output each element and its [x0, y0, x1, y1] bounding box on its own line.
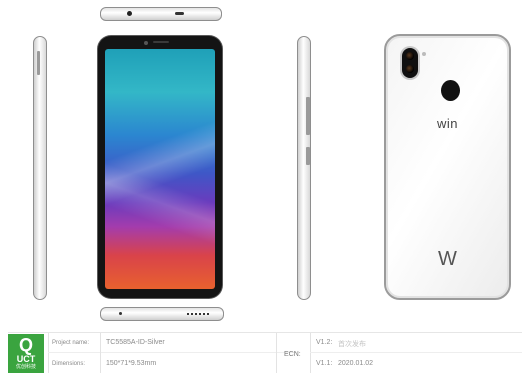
- screen-wallpaper: [105, 49, 215, 289]
- project-name-label: Project name:: [52, 340, 90, 346]
- uct-logo: Q UCT 优创科技: [8, 334, 44, 373]
- dimensions-label: Dimensions:: [52, 361, 86, 367]
- front-camera-icon: [144, 41, 148, 45]
- back-brand-text: win: [436, 116, 458, 131]
- ecn-label: ECN:: [284, 351, 301, 358]
- phone-back-view: win W: [384, 34, 511, 300]
- flash-icon: [422, 52, 426, 56]
- rear-camera-icon: [402, 48, 418, 78]
- usb-port-icon: [119, 312, 122, 315]
- project-name-value: TC5585A-ID-Silver: [106, 339, 165, 346]
- phone-top-edge-view: [100, 7, 222, 21]
- version-1-label: V1.2:: [316, 339, 333, 346]
- dimensions-value: 150*71*9.53mm: [106, 360, 157, 367]
- phone-front-view: [98, 36, 222, 298]
- port-slot-icon: [175, 12, 184, 15]
- sim-tray-icon: [37, 51, 40, 75]
- fingerprint-sensor-icon: [441, 80, 460, 101]
- earphone-jack-icon: [127, 11, 132, 16]
- earpiece-icon: [153, 41, 169, 43]
- title-block: Q UCT 优创科技 Project name: TC5585A-ID-Silv…: [8, 332, 522, 373]
- power-button-icon: [306, 147, 310, 165]
- phone-left-side-view: [33, 36, 47, 300]
- phone-bottom-edge-view: [100, 307, 224, 321]
- version-2-label: V1.1:: [316, 360, 333, 367]
- logo-mark: Q: [18, 335, 33, 355]
- phone-right-side-view: [297, 36, 311, 300]
- logo-subtitle: 优创科技: [15, 364, 36, 370]
- version-1-value: 首次发布: [338, 341, 366, 348]
- volume-button-icon: [306, 97, 310, 135]
- version-2-value: 2020.01.02: [338, 360, 374, 367]
- back-w-logo: W: [438, 248, 457, 270]
- logo-name: UCT: [16, 354, 36, 364]
- speaker-grille-icon: [187, 313, 209, 315]
